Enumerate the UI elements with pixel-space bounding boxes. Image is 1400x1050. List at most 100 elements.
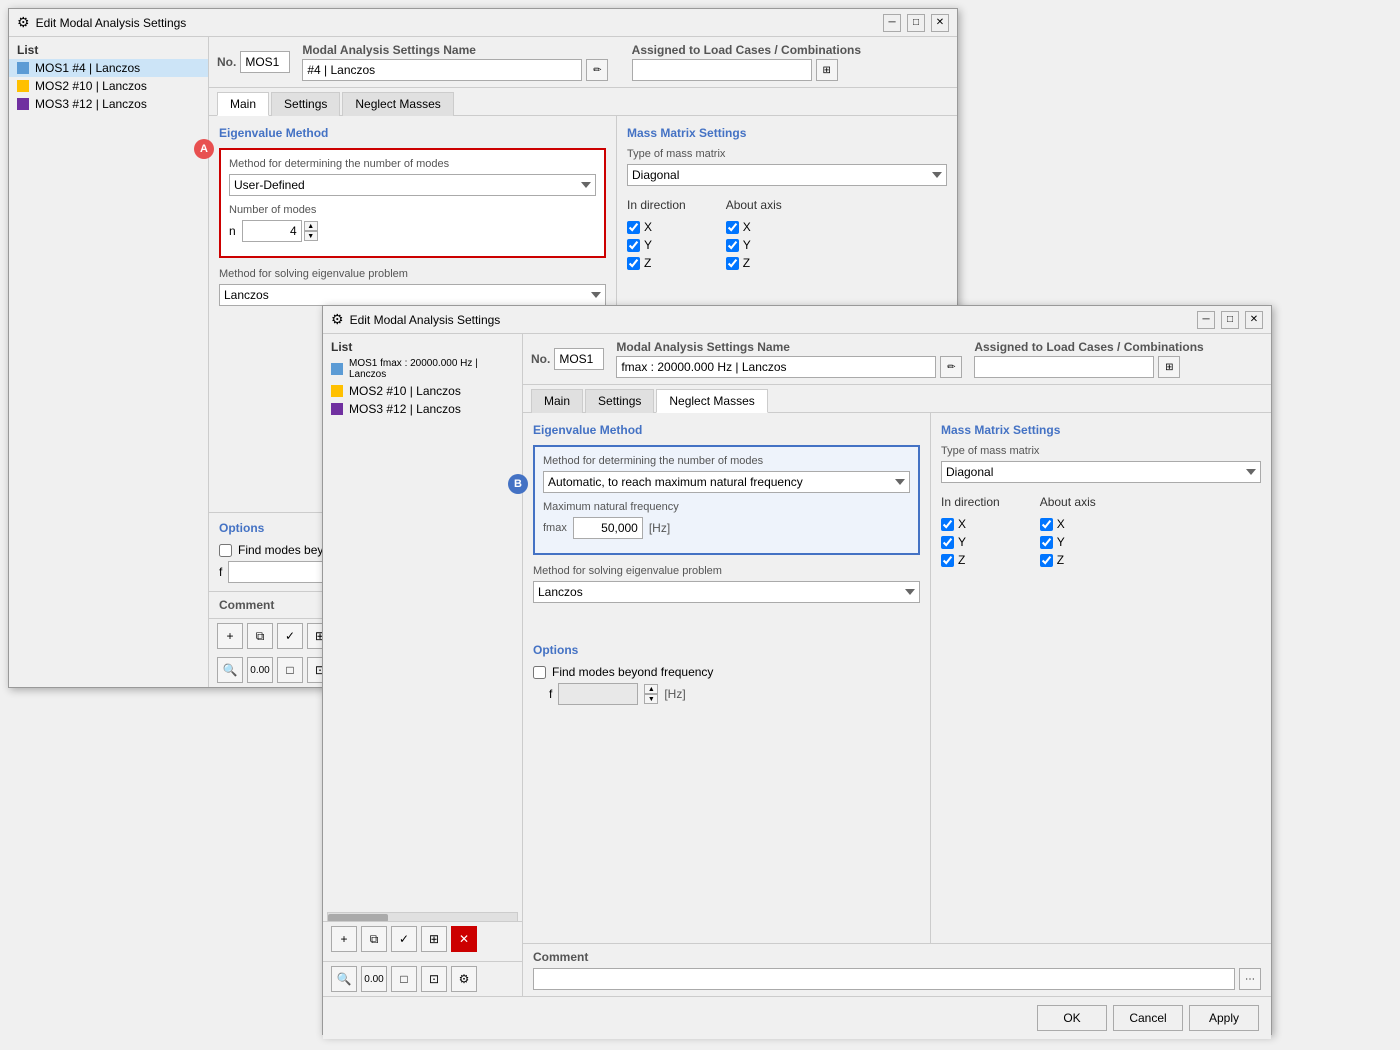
dialog-2-f-input[interactable] xyxy=(558,683,638,705)
dialog-2-search-btn[interactable]: 🔍 xyxy=(331,966,357,992)
dialog-1-icon: ⚙ xyxy=(17,14,30,31)
dialog-1-maximize[interactable]: □ xyxy=(907,14,925,32)
dialog-2-settings-btn2[interactable]: ⚙ xyxy=(451,966,477,992)
dialog-1-dir-x-cb[interactable] xyxy=(627,221,640,234)
dialog-1-name-input[interactable] xyxy=(302,59,582,81)
dialog-2-node-btn[interactable]: ⊡ xyxy=(421,966,447,992)
dialog-1-solving-dropdown[interactable]: Lanczos xyxy=(219,284,606,306)
dialog-2-list-item-1[interactable]: MOS1 fmax : 20000.000 Hz | Lanczos xyxy=(323,356,522,382)
list-item-3[interactable]: MOS3 #12 | Lanczos xyxy=(9,95,208,113)
dialog-2-close[interactable]: ✕ xyxy=(1245,311,1263,329)
dialog-2-rect-btn[interactable]: □ xyxy=(391,966,417,992)
dialog-2-minimize[interactable]: ─ xyxy=(1197,311,1215,329)
badge-A: A xyxy=(194,139,214,159)
tab-main-1[interactable]: Main xyxy=(217,92,269,116)
dialog-1-tool-check[interactable]: ✓ xyxy=(277,623,303,649)
dialog-1-axis-z-cb[interactable] xyxy=(726,257,739,270)
dialog-2-zero-btn[interactable]: 0.00 xyxy=(361,966,387,992)
dialog-2-titlebar: ⚙ Edit Modal Analysis Settings ─ □ ✕ xyxy=(323,306,1271,334)
dialog-2-dir-z-cb[interactable] xyxy=(941,554,954,567)
dialog-1-close[interactable]: ✕ xyxy=(931,14,949,32)
dialog-2-assigned-input[interactable] xyxy=(974,356,1154,378)
dialog-2-comment-btn[interactable]: ⋯ xyxy=(1239,968,1261,990)
dialog-2-type-dropdown[interactable]: Diagonal xyxy=(941,461,1261,483)
dialog-1-dir-z-cb[interactable] xyxy=(627,257,640,270)
tab-main-2[interactable]: Main xyxy=(531,389,583,413)
dialog-2-assigned-btn[interactable]: ⊞ xyxy=(1158,356,1180,378)
dialog-2-solving-dropdown[interactable]: Lanczos xyxy=(533,581,920,603)
dialog-2-axis-y-cb[interactable] xyxy=(1040,536,1053,549)
dialog-1-dir-y-cb[interactable] xyxy=(627,239,640,252)
dialog-2-assigned: Assigned to Load Cases / Combinations ⊞ xyxy=(974,340,1263,378)
dialog-1-assigned-input[interactable] xyxy=(632,59,812,81)
dialog-1-rect-btn[interactable]: □ xyxy=(277,657,303,683)
dialog-2-mass-title: Mass Matrix Settings xyxy=(941,423,1261,437)
dialog-1-search-btn[interactable]: 🔍 xyxy=(217,657,243,683)
dialog-2-tool-check[interactable]: ✓ xyxy=(391,926,417,952)
dialog-2-no-input[interactable] xyxy=(554,348,604,370)
dialog-2-method-dropdown[interactable]: Automatic, to reach maximum natural freq… xyxy=(543,471,910,493)
dialog-2-comment-input[interactable] xyxy=(533,968,1235,990)
list-item-label-3: MOS3 #12 | Lanczos xyxy=(35,97,147,111)
dialog-2-axis-z-cb[interactable] xyxy=(1040,554,1053,567)
dialog-1-assigned-btn[interactable]: ⊞ xyxy=(816,59,838,81)
dialog-1-minimize[interactable]: ─ xyxy=(883,14,901,32)
dialog-1-no-input[interactable] xyxy=(240,51,290,73)
dialog-2-fmax-input[interactable] xyxy=(573,517,643,539)
list-item-2[interactable]: MOS2 #10 | Lanczos xyxy=(9,77,208,95)
dialog-2-edit-btn[interactable]: ✏ xyxy=(940,356,962,378)
dialog-1-modes-input[interactable] xyxy=(242,220,302,242)
dialog-1-no-group: No. xyxy=(217,51,290,73)
dialog-2-dir-y-cb[interactable] xyxy=(941,536,954,549)
dialog-1-f-input[interactable] xyxy=(228,561,328,583)
dialog-1-spinner-up[interactable]: ▲ xyxy=(304,221,318,231)
dialog-2-dir-x-cb[interactable] xyxy=(941,518,954,531)
dialog-2-f-up[interactable]: ▲ xyxy=(644,684,658,694)
dialog-1-assigned-label: Assigned to Load Cases / Combinations xyxy=(632,43,861,57)
dialog-1-type-dropdown[interactable]: Diagonal xyxy=(627,164,947,186)
dialog-2-tool-delete[interactable]: ✕ xyxy=(451,926,477,952)
dialog-2-find-modes-label: Find modes beyond frequency xyxy=(552,665,713,679)
ok-button[interactable]: OK xyxy=(1037,1005,1107,1031)
dialog-2-direction-col: In direction X Y Z xyxy=(941,495,1000,567)
list-item-1[interactable]: MOS1 #4 | Lanczos xyxy=(9,59,208,77)
dialog-2-label-1: MOS1 fmax : 20000.000 Hz | Lanczos xyxy=(349,358,514,380)
dialog-2-right: Mass Matrix Settings Type of mass matrix… xyxy=(931,413,1271,943)
tab-neglect-1[interactable]: Neglect Masses xyxy=(342,92,453,116)
dialog-2-f-down[interactable]: ▼ xyxy=(644,694,658,704)
dialog-2-solving-label: Method for solving eigenvalue problem xyxy=(533,565,920,577)
dialog-2-list-item-3[interactable]: MOS3 #12 | Lanczos xyxy=(323,400,522,418)
dialog-1-find-modes-cb[interactable] xyxy=(219,544,232,557)
apply-button[interactable]: Apply xyxy=(1189,1005,1259,1031)
dialog-2-tool-multi[interactable]: ⊞ xyxy=(421,926,447,952)
tab-neglect-2[interactable]: Neglect Masses xyxy=(656,389,767,413)
cancel-button[interactable]: Cancel xyxy=(1113,1005,1183,1031)
dialog-2-tool-add[interactable]: + xyxy=(331,926,357,952)
dialog-1-spinner-down[interactable]: ▼ xyxy=(304,231,318,241)
dialog-2-comment-label: Comment xyxy=(533,950,1261,964)
dialog-1-edit-btn[interactable]: ✏ xyxy=(586,59,608,81)
tab-settings-1[interactable]: Settings xyxy=(271,92,340,116)
dialog-2-find-modes-cb[interactable] xyxy=(533,666,546,679)
dialog-1-axis-y-cb[interactable] xyxy=(726,239,739,252)
dialog-1-tool-add[interactable]: + xyxy=(217,623,243,649)
dialog-2-options-title: Options xyxy=(533,643,920,657)
dialog-1-assigned: Assigned to Load Cases / Combinations ⊞ xyxy=(632,43,949,81)
tab-settings-2[interactable]: Settings xyxy=(585,389,654,413)
dialog-2-maximize[interactable]: □ xyxy=(1221,311,1239,329)
dialog-1-method-dropdown[interactable]: User-Defined Automatic, to reach maximum… xyxy=(229,174,596,196)
dialog-1-axis-x-cb[interactable] xyxy=(726,221,739,234)
dialog-2-list-item-2[interactable]: MOS2 #10 | Lanczos xyxy=(323,382,522,400)
dialog-1-tool-copy[interactable]: ⧉ xyxy=(247,623,273,649)
dialog-1-no-label: No. xyxy=(217,55,236,69)
dialog-2-content: Eigenvalue Method Method for determining… xyxy=(523,413,1271,943)
dialog-2-comment-row: ⋯ xyxy=(533,968,1261,990)
dialog-2-options-row: Find modes beyond frequency xyxy=(533,665,920,679)
dialog-1-zero-btn[interactable]: 0.00 xyxy=(247,657,273,683)
list-item-color-2 xyxy=(17,80,29,92)
dialog-1-dir-z: Z xyxy=(627,256,686,270)
dialog-2-name-input[interactable] xyxy=(616,356,936,378)
dialog-2-tool-copy[interactable]: ⧉ xyxy=(361,926,387,952)
dialog-1-header-row: No. Modal Analysis Settings Name ✏ Assig… xyxy=(209,37,957,88)
dialog-2-axis-x-cb[interactable] xyxy=(1040,518,1053,531)
